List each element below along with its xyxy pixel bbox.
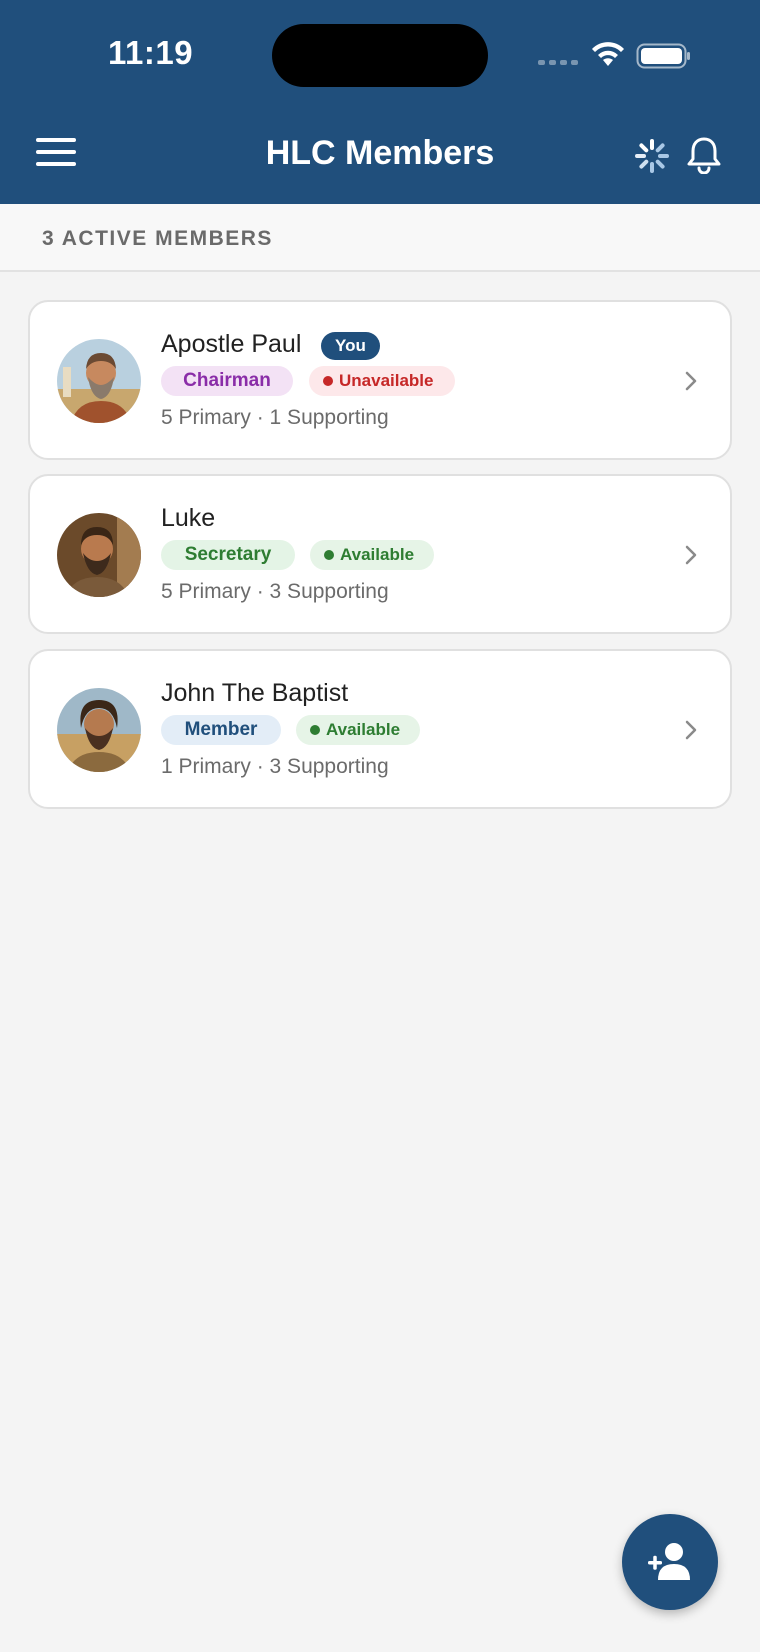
role-badge: Chairman [161, 366, 293, 396]
wifi-icon [592, 42, 624, 66]
supporting-count: 3 Supporting [269, 580, 389, 603]
battery-icon [636, 43, 690, 69]
count-separator: · [256, 580, 264, 603]
primary-count: 1 Primary [161, 755, 251, 778]
add-member-button[interactable] [622, 1514, 718, 1610]
add-person-icon [648, 1543, 690, 1580]
count-separator: · [256, 406, 264, 429]
member-card-luke[interactable]: Luke Secretary Available 5 Primary · 3 S… [28, 474, 732, 634]
active-members-count: 3 ACTIVE MEMBERS [42, 227, 273, 250]
status-badge: Available [310, 540, 434, 570]
assignment-counts: 1 Primary · 3 Supporting [161, 755, 389, 779]
assignment-counts: 5 Primary · 3 Supporting [161, 580, 389, 604]
bell-icon[interactable] [686, 136, 722, 174]
member-name: John The Baptist [161, 679, 349, 707]
section-header: 3 ACTIVE MEMBERS [0, 204, 760, 272]
primary-count: 5 Primary [161, 406, 251, 429]
primary-count: 5 Primary [161, 580, 251, 603]
count-separator: · [256, 755, 264, 778]
cellular-signal-icon [538, 60, 578, 65]
member-name: Luke [161, 504, 216, 532]
avatar [57, 339, 141, 423]
status-label: Available [326, 720, 401, 739]
loading-spinner-icon [635, 139, 669, 173]
you-badge: You [321, 332, 380, 360]
status-dot-icon [310, 725, 320, 735]
chevron-right-icon [685, 720, 697, 740]
app-header: 11:19 HLC Members [0, 0, 760, 204]
status-badge: Available [296, 715, 420, 745]
supporting-count: 3 Supporting [269, 755, 389, 778]
member-card-john-the-baptist[interactable]: John The Baptist Member Available 1 Prim… [28, 649, 732, 809]
avatar [57, 513, 141, 597]
status-dot-icon [324, 550, 334, 560]
chevron-right-icon [685, 371, 697, 391]
role-badge: Member [161, 715, 281, 745]
dynamic-island [272, 24, 488, 87]
assignment-counts: 5 Primary · 1 Supporting [161, 406, 389, 430]
status-badge: Unavailable [309, 366, 455, 396]
avatar [57, 688, 141, 772]
member-card-apostle-paul[interactable]: Apostle Paul You Chairman Unavailable 5 … [28, 300, 732, 460]
status-label: Available [340, 545, 415, 564]
role-badge: Secretary [161, 540, 295, 570]
status-dot-icon [323, 376, 333, 386]
status-label: Unavailable [339, 371, 434, 390]
status-time: 11:19 [108, 34, 194, 71]
chevron-right-icon [685, 545, 697, 565]
supporting-count: 1 Supporting [269, 406, 389, 429]
member-name: Apostle Paul [161, 330, 302, 358]
